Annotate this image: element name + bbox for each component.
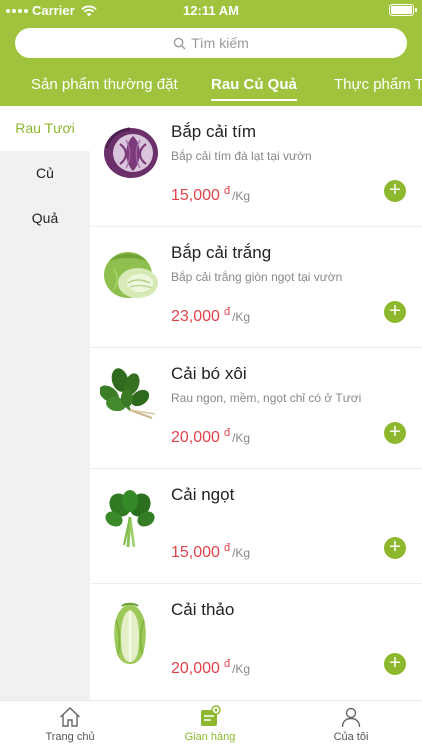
currency-symbol: đ	[223, 542, 231, 554]
app-header: Carrier 12:11 AM Tìm kiếm Sản phẩm thườn…	[0, 0, 422, 106]
active-tab-indicator	[211, 99, 297, 101]
product-image	[114, 602, 146, 664]
user-icon	[341, 707, 361, 728]
nav-account[interactable]: Của tôi	[301, 705, 401, 743]
tab-common-products[interactable]: Sản phẩm thường đặt	[31, 76, 178, 93]
nav-home[interactable]: Trang chủ	[20, 705, 120, 743]
search-input[interactable]: Tìm kiếm	[15, 28, 407, 58]
product-name: Bắp cải trắng	[171, 243, 272, 262]
product-description: Bắp cải trắng giòn ngọt tại vườn	[171, 270, 343, 284]
add-to-cart-button[interactable]: +	[384, 653, 406, 675]
price-unit: /Kg	[232, 189, 251, 203]
product-image	[100, 368, 156, 419]
currency-symbol: đ	[223, 185, 231, 197]
product-name: Cải thảo	[171, 600, 235, 619]
price-value: 20,000	[171, 660, 220, 677]
nav-home-label: Trang chủ	[45, 731, 95, 743]
search-placeholder: Tìm kiếm	[191, 35, 249, 51]
tab-fresh-food[interactable]: Thực phẩm Tươi	[334, 76, 422, 93]
product-item[interactable]: Bắp cải tím Bắp cải tím đà lạt tại vườn …	[90, 106, 422, 227]
add-to-cart-button[interactable]: +	[384, 301, 406, 323]
product-price: 15,000 đ/Kg	[171, 542, 250, 562]
sidebar-item-fruits[interactable]: Quả	[0, 196, 90, 241]
nav-store[interactable]: Gian hàng	[160, 705, 260, 743]
price-unit: /Kg	[232, 431, 251, 445]
price-unit: /Kg	[232, 310, 251, 324]
product-item[interactable]: Cải ngọt 15,000 đ/Kg +	[90, 469, 422, 584]
product-item[interactable]: Cải bó xôi Rau ngon, mềm, ngọt chỉ có ở …	[90, 348, 422, 469]
product-image	[105, 490, 155, 548]
battery-icon	[389, 4, 417, 16]
product-image	[104, 127, 158, 178]
add-to-cart-button[interactable]: +	[384, 422, 406, 444]
tab-vegetables[interactable]: Rau Củ Quả	[211, 76, 297, 101]
product-item[interactable]: Bắp cải trắng Bắp cải trắng giòn ngọt tạ…	[90, 227, 422, 348]
currency-symbol: đ	[223, 658, 231, 670]
status-bar: Carrier 12:11 AM	[0, 0, 422, 22]
product-name: Bắp cải tím	[171, 122, 257, 141]
product-price: 15,000 đ/Kg	[171, 185, 250, 205]
currency-symbol: đ	[223, 306, 231, 318]
sidebar-item-tubers[interactable]: Củ	[0, 151, 90, 196]
product-price: 23,000 đ/Kg	[171, 306, 250, 326]
store-icon	[201, 705, 221, 726]
clock: 12:11 AM	[183, 3, 239, 18]
search-icon	[173, 37, 186, 50]
product-description: Rau ngon, mềm, ngọt chỉ có ở Tươi	[171, 391, 362, 405]
subcategory-sidebar: Rau Tươi Củ Quả	[0, 106, 90, 700]
product-price: 20,000 đ/Kg	[171, 658, 250, 678]
price-unit: /Kg	[232, 662, 251, 676]
product-price: 20,000 đ/Kg	[171, 427, 250, 447]
add-to-cart-button[interactable]: +	[384, 180, 406, 202]
product-name: Cải ngọt	[171, 485, 235, 504]
tab-vegetables-label: Rau Củ Quả	[211, 76, 297, 93]
category-tabs: Sản phẩm thường đặt Rau Củ Quả Thực phẩm…	[0, 68, 422, 106]
product-item[interactable]: Cải thảo 20,000 đ/Kg +	[90, 584, 422, 700]
product-list: Bắp cải tím Bắp cải tím đà lạt tại vườn …	[90, 106, 422, 700]
price-value: 20,000	[171, 429, 220, 446]
price-value: 15,000	[171, 187, 220, 204]
price-unit: /Kg	[232, 546, 251, 560]
nav-store-label: Gian hàng	[184, 731, 236, 743]
home-icon	[60, 707, 80, 727]
product-description: Bắp cải tím đà lạt tại vườn	[171, 149, 312, 163]
product-name: Cải bó xôi	[171, 364, 247, 383]
price-value: 23,000	[171, 308, 220, 325]
price-value: 15,000	[171, 544, 220, 561]
product-image	[104, 252, 158, 298]
currency-symbol: đ	[223, 427, 231, 439]
nav-account-label: Của tôi	[333, 731, 369, 743]
add-to-cart-button[interactable]: +	[384, 537, 406, 559]
bottom-navigation: Trang chủ Gian hàng Của tôi	[0, 700, 422, 750]
sidebar-item-fresh-vegetables[interactable]: Rau Tươi	[0, 106, 90, 151]
